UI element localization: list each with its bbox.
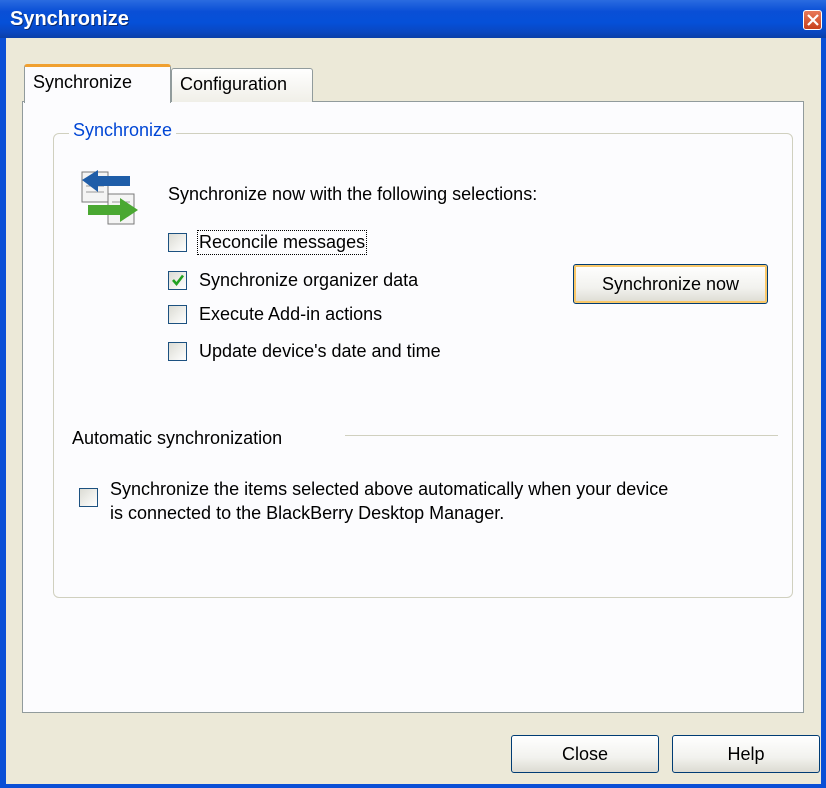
close-window-button[interactable] [803,10,822,30]
checkmark-icon [172,274,185,287]
reconcile-messages-checkbox[interactable] [168,233,187,252]
help-button[interactable]: Help [672,735,820,773]
synchronize-group-title: Synchronize [69,120,177,141]
close-icon [807,14,819,26]
tab-configuration-label: Configuration [180,74,288,94]
date-time-checkbox[interactable] [168,342,187,361]
auto-sync-divider [345,435,778,436]
window-frame-left [0,38,6,788]
organizer-data-checkbox[interactable] [168,271,187,290]
auto-sync-title: Automatic synchronization [72,428,283,448]
auto-sync-label-line1: Synchronize the items selected above aut… [110,479,669,499]
window-frame-bottom [0,784,826,788]
organizer-data-label[interactable]: Synchronize organizer data [199,270,418,291]
auto-sync-label[interactable]: Synchronize the items selected above aut… [110,477,790,525]
window-title: Synchronize [10,8,129,30]
window-frame-right [821,38,826,788]
sync-intro-text: Synchronize now with the following selec… [168,184,538,204]
tab-synchronize-label: Synchronize [33,72,133,92]
title-bar[interactable]: Synchronize [0,0,826,38]
auto-sync-label-line2: is connected to the BlackBerry Desktop M… [110,503,505,523]
auto-sync-checkbox[interactable] [79,488,98,507]
tab-synchronize[interactable]: Synchronize [24,64,171,103]
addin-actions-checkbox[interactable] [168,305,187,324]
date-time-label[interactable]: Update device's date and time [199,341,441,362]
tab-configuration[interactable]: Configuration [171,68,313,102]
addin-actions-label[interactable]: Execute Add-in actions [199,304,382,325]
close-button[interactable]: Close [511,735,659,773]
synchronize-now-button[interactable]: Synchronize now [573,264,768,304]
sync-arrows-icon [80,168,140,233]
reconcile-messages-label[interactable]: Reconcile messages [196,230,368,255]
